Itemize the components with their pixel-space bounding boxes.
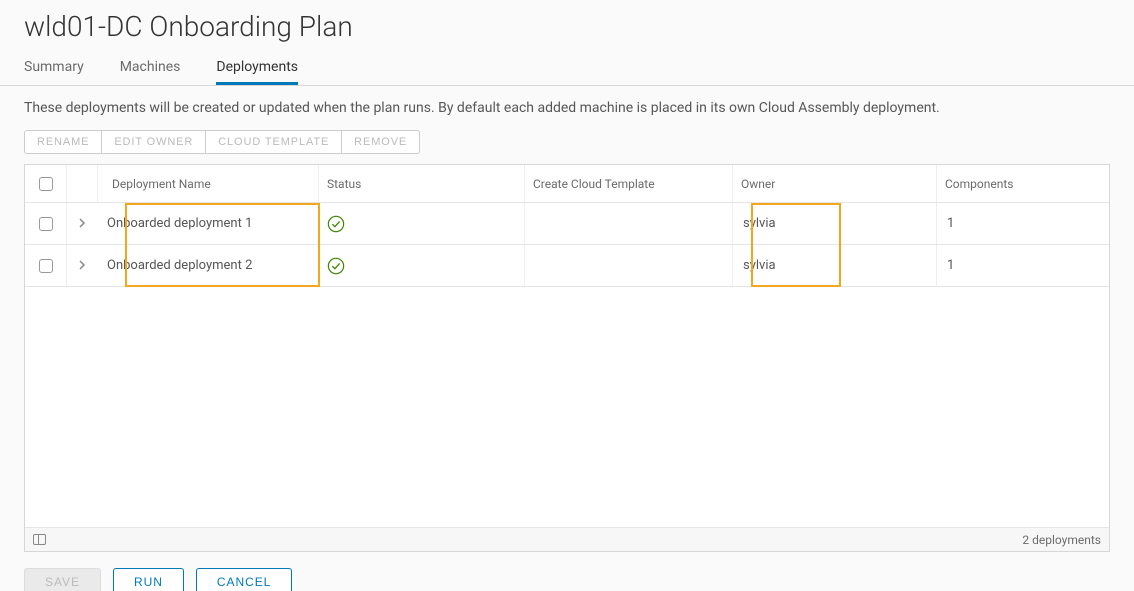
table-footer: 2 deployments [25, 527, 1109, 551]
header-status[interactable]: Status [319, 165, 525, 202]
page-title: wld01-DC Onboarding Plan [0, 0, 1134, 51]
tab-description: These deployments will be created or upd… [0, 86, 1134, 130]
row-template-cell [525, 245, 733, 286]
save-button[interactable]: SAVE [24, 568, 101, 591]
row-checkbox-cell [25, 203, 67, 244]
tab-summary[interactable]: Summary [24, 51, 84, 85]
owner-name: sylvia [743, 258, 776, 273]
row-components-cell: 1 [937, 245, 1109, 286]
row-name-cell: Onboarded deployment 2 [97, 245, 319, 286]
cancel-button[interactable]: CANCEL [196, 568, 292, 591]
row-checkbox[interactable] [39, 217, 53, 231]
header-owner[interactable]: Owner [733, 165, 937, 202]
row-owner-cell: sylvia [733, 203, 937, 244]
row-checkbox-cell [25, 245, 67, 286]
chevron-right-icon [77, 258, 87, 274]
table-row[interactable]: Onboarded deployment 1 sylvia 1 [25, 203, 1109, 245]
row-name-cell: Onboarded deployment 1 [97, 203, 319, 244]
rename-button[interactable]: RENAME [24, 130, 102, 154]
header-expand-cell [67, 165, 97, 202]
toolbar: RENAME EDIT OWNER CLOUD TEMPLATE REMOVE [0, 130, 1134, 164]
header-template[interactable]: Create Cloud Template [525, 165, 733, 202]
row-checkbox[interactable] [39, 259, 53, 273]
row-status-cell [319, 203, 525, 244]
deployments-table: Deployment Name Status Create Cloud Temp… [24, 164, 1110, 552]
row-status-cell [319, 245, 525, 286]
row-template-cell [525, 203, 733, 244]
deployment-name: Onboarded deployment 1 [107, 216, 252, 231]
row-owner-cell: sylvia [733, 245, 937, 286]
column-toggle-icon[interactable] [33, 534, 46, 545]
run-button[interactable]: RUN [113, 568, 184, 591]
deployment-name: Onboarded deployment 2 [107, 258, 252, 273]
tab-machines[interactable]: Machines [120, 51, 181, 85]
page-root: wld01-DC Onboarding Plan Summary Machine… [0, 0, 1134, 591]
tabs: Summary Machines Deployments [0, 51, 1134, 86]
status-ok-icon [327, 215, 345, 233]
header-checkbox-cell [25, 165, 67, 202]
deployment-count: 2 deployments [1022, 533, 1101, 547]
select-all-checkbox[interactable] [39, 177, 53, 191]
cloud-template-button[interactable]: CLOUD TEMPLATE [206, 130, 342, 154]
edit-owner-button[interactable]: EDIT OWNER [102, 130, 206, 154]
table-row[interactable]: Onboarded deployment 2 sylvia 1 [25, 245, 1109, 287]
header-name[interactable]: Deployment Name [97, 165, 319, 202]
row-components-cell: 1 [937, 203, 1109, 244]
owner-name: sylvia [743, 216, 776, 231]
table-body: Onboarded deployment 1 sylvia 1 [25, 203, 1109, 527]
table-header-row: Deployment Name Status Create Cloud Temp… [25, 165, 1109, 203]
row-expand-cell[interactable] [67, 203, 97, 244]
header-components[interactable]: Components [937, 165, 1109, 202]
tab-deployments[interactable]: Deployments [216, 51, 298, 85]
status-ok-icon [327, 257, 345, 275]
remove-button[interactable]: REMOVE [342, 130, 420, 154]
chevron-right-icon [77, 216, 87, 232]
action-buttons: SAVE RUN CANCEL [0, 552, 1134, 591]
row-expand-cell[interactable] [67, 245, 97, 286]
